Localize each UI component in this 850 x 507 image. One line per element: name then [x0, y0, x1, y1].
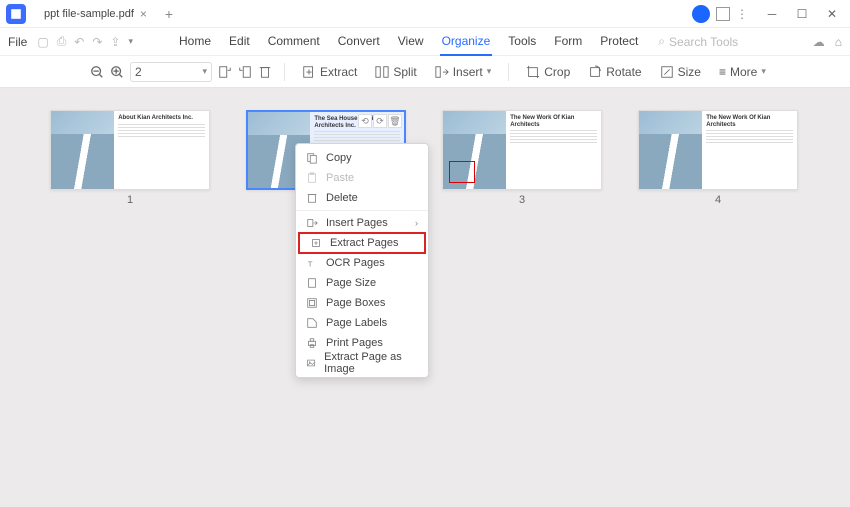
thumb-number: 3 — [519, 194, 525, 206]
dropdown-icon: ▾ — [202, 66, 207, 77]
ctx-page-boxes[interactable]: Page Boxes — [296, 293, 428, 313]
ctx-delete[interactable]: Delete — [296, 188, 428, 208]
cloud-icon[interactable]: ☁ — [813, 35, 825, 49]
share-icon[interactable]: ⇪ — [110, 35, 120, 49]
more-icon[interactable]: ⋮ — [736, 7, 748, 21]
thumb-number: 1 — [127, 194, 133, 206]
user-avatar[interactable] — [692, 5, 710, 23]
search-icon: ⌕ — [658, 34, 665, 49]
minimize-button[interactable]: ─ — [758, 4, 786, 24]
tab-home[interactable]: Home — [177, 28, 213, 56]
insert-button[interactable]: Insert ▾ — [430, 62, 497, 82]
thumb-rotate-right-icon[interactable]: ⟳ — [373, 114, 387, 128]
rotate-left-icon[interactable] — [218, 65, 232, 79]
page-labels-icon — [306, 317, 318, 329]
page-number-input[interactable]: 2 ▾ — [130, 62, 212, 82]
ctx-ocr-pages[interactable]: T OCR Pages — [296, 253, 428, 273]
redo-icon[interactable]: ↷ — [92, 35, 102, 49]
menubar: File ▢ ⎙ ↶ ↷ ⇪ ▾ Home Edit Comment Convert V… — [0, 28, 850, 56]
thumb-rotate-left-icon[interactable]: ⟲ — [358, 114, 372, 128]
tab-form[interactable]: Form — [552, 28, 584, 56]
extract-icon — [302, 65, 316, 79]
ocr-icon: T — [306, 257, 318, 269]
titlebar: ppt file-sample.pdf × + ⋮ ─ ☐ ✕ — [0, 0, 850, 28]
organize-toolbar: 2 ▾ Extract Split Insert ▾ Crop Rotate S… — [0, 56, 850, 88]
insert-pages-icon — [306, 217, 318, 229]
insert-icon — [435, 65, 449, 79]
tab-view[interactable]: View — [396, 28, 426, 56]
ctx-copy[interactable]: Copy — [296, 148, 428, 168]
ctx-page-size[interactable]: Page Size — [296, 273, 428, 293]
size-icon — [660, 65, 674, 79]
delete-icon[interactable] — [258, 65, 272, 79]
more-button[interactable]: ≡ More ▾ — [714, 62, 771, 82]
split-button[interactable]: Split — [370, 62, 421, 82]
highlight-box — [449, 161, 475, 183]
app-grid-icon[interactable] — [716, 7, 730, 21]
ctx-insert-pages[interactable]: Insert Pages › — [296, 213, 428, 233]
chevron-down-icon[interactable]: ▾ — [128, 36, 133, 47]
new-tab-button[interactable]: + — [157, 6, 181, 22]
extract-pages-icon — [310, 237, 322, 249]
svg-text:T: T — [308, 259, 313, 268]
file-menu[interactable]: File — [8, 35, 27, 49]
search-tools[interactable]: ⌕ Search Tools — [658, 34, 738, 49]
thumb-number: 4 — [715, 194, 721, 206]
page-boxes-icon — [306, 297, 318, 309]
trash-icon — [306, 192, 318, 204]
page-thumb-3[interactable]: The New Work Of Kian Architects3 — [442, 110, 602, 206]
print-icon — [306, 337, 318, 349]
tab-edit[interactable]: Edit — [227, 28, 252, 56]
rotate-button[interactable]: Rotate — [583, 62, 646, 82]
split-icon — [375, 65, 389, 79]
tab-convert[interactable]: Convert — [336, 28, 382, 56]
app-logo — [6, 4, 26, 24]
page-size-icon — [306, 277, 318, 289]
ctx-extract-as-image[interactable]: Extract Page as Image — [296, 353, 428, 373]
rotate-icon — [588, 65, 602, 79]
paste-icon — [306, 172, 318, 184]
tab-protect[interactable]: Protect — [598, 28, 640, 56]
zoom-out-icon[interactable] — [90, 65, 104, 79]
ctx-print-pages[interactable]: Print Pages — [296, 333, 428, 353]
page-thumb-4[interactable]: The New Work Of Kian Architects4 — [638, 110, 798, 206]
undo-icon[interactable]: ↶ — [74, 35, 84, 49]
document-tab[interactable]: ppt file-sample.pdf × — [34, 2, 157, 26]
page-thumb-1[interactable]: About Kian Architects Inc.1 — [50, 110, 210, 206]
submenu-arrow-icon: › — [415, 218, 418, 228]
tab-comment[interactable]: Comment — [266, 28, 322, 56]
crop-icon — [526, 65, 540, 79]
image-icon — [306, 357, 316, 369]
print-icon[interactable]: ⎙ — [57, 34, 67, 49]
tab-tools[interactable]: Tools — [506, 28, 538, 56]
tab-filename: ppt file-sample.pdf — [44, 8, 134, 20]
tab-organize[interactable]: Organize — [440, 28, 493, 56]
close-button[interactable]: ✕ — [818, 4, 846, 24]
extract-button[interactable]: Extract — [297, 62, 362, 82]
search-placeholder: Search Tools — [669, 35, 738, 49]
save-icon[interactable]: ▢ — [37, 35, 48, 49]
tab-close-icon[interactable]: × — [140, 7, 147, 21]
rotate-right-icon[interactable] — [238, 65, 252, 79]
zoom-in-icon[interactable] — [110, 65, 124, 79]
maximize-button[interactable]: ☐ — [788, 4, 816, 24]
page-thumbnail-canvas: About Kian Architects Inc.1The Sea House… — [0, 88, 850, 507]
ctx-extract-pages[interactable]: Extract Pages — [298, 232, 426, 254]
ctx-paste: Paste — [296, 168, 428, 188]
size-button[interactable]: Size — [655, 62, 706, 82]
context-menu: Copy Paste Delete Insert Pages › Extract… — [295, 143, 429, 378]
crop-button[interactable]: Crop — [521, 62, 575, 82]
copy-icon — [306, 152, 318, 164]
home-icon[interactable]: ⌂ — [835, 35, 842, 49]
thumb-delete-icon[interactable]: 🗑 — [388, 114, 402, 128]
more-lines-icon: ≡ — [719, 65, 726, 79]
ctx-page-labels[interactable]: Page Labels — [296, 313, 428, 333]
